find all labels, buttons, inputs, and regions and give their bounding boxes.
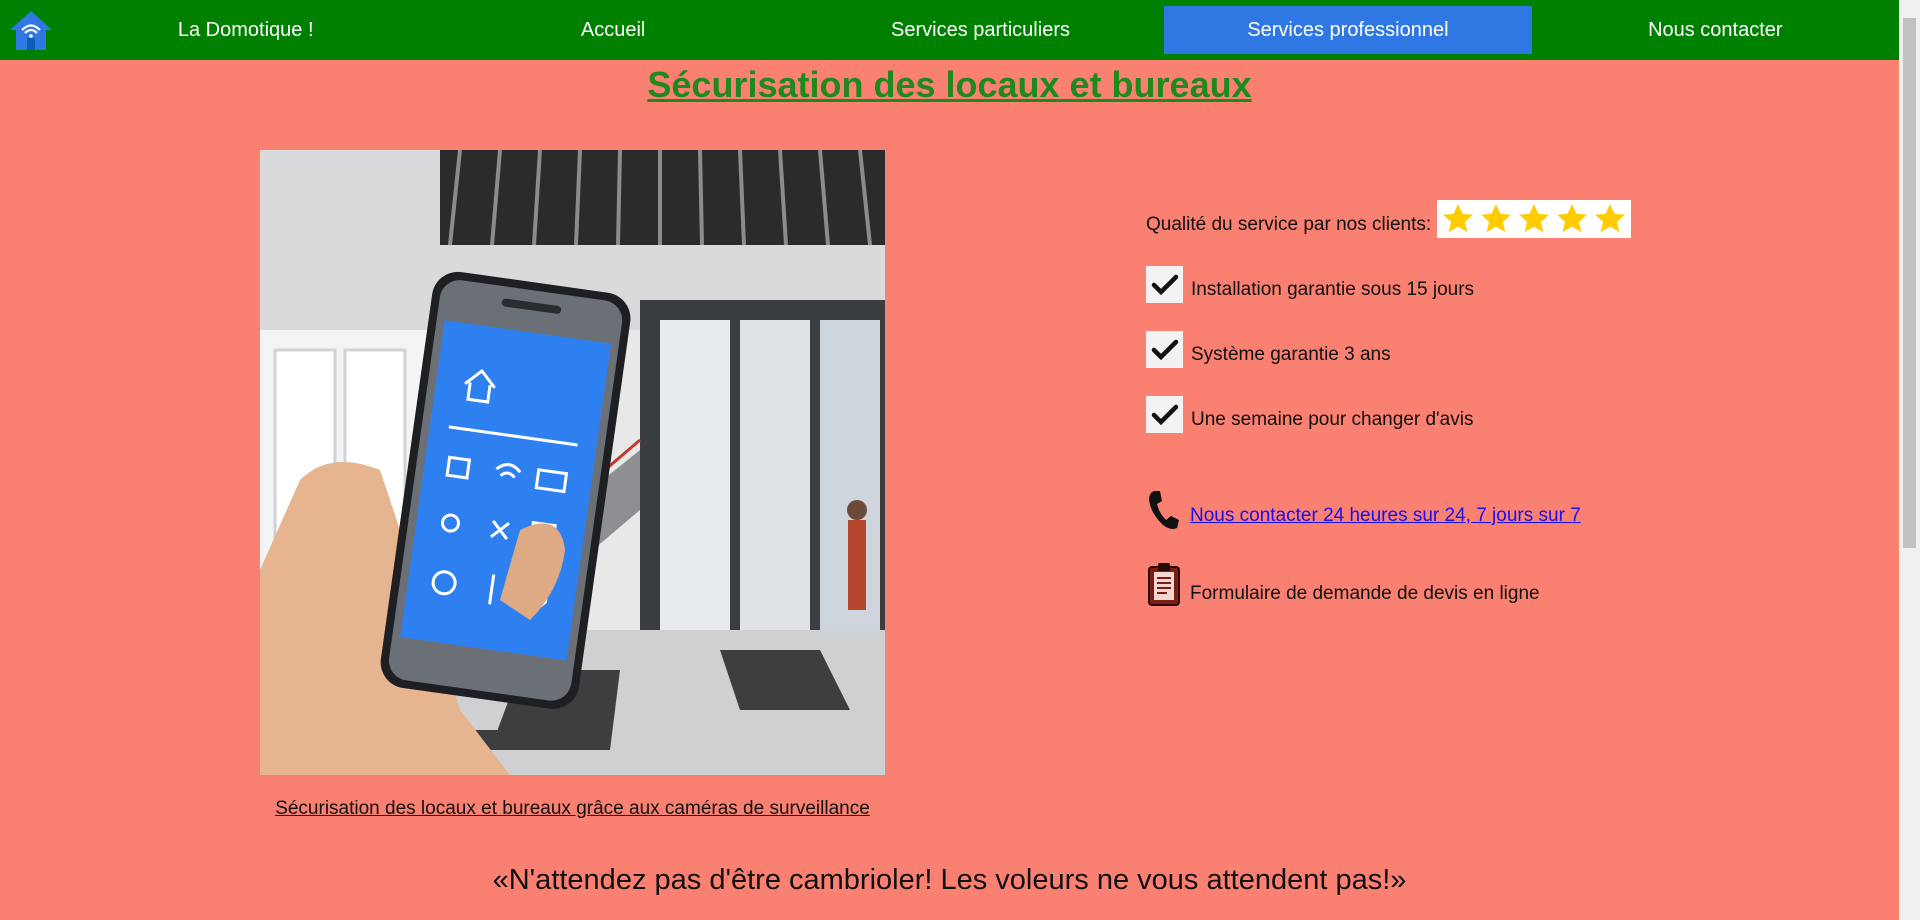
form-row: Formulaire de demande de devis en ligne bbox=[1146, 559, 1766, 607]
image-caption: Sécurisation des locaux et bureaux grâce… bbox=[275, 798, 870, 819]
vertical-scrollbar[interactable] bbox=[1899, 0, 1920, 920]
star-icon bbox=[1595, 204, 1626, 233]
feature-text: Installation garantie sous 15 jours bbox=[1191, 279, 1475, 300]
feature-text: Une semaine pour changer d'avis bbox=[1191, 409, 1474, 430]
nav-la-domotique[interactable]: La Domotique ! bbox=[62, 6, 429, 54]
top-navbar: La Domotique ! Accueil Services particul… bbox=[0, 0, 1899, 60]
feature-item: Une semaine pour changer d'avis bbox=[1146, 391, 1766, 433]
nav-services-particuliers[interactable]: Services particuliers bbox=[797, 6, 1164, 54]
clipboard-icon[interactable] bbox=[1146, 561, 1190, 607]
checkmark-icon bbox=[1146, 396, 1183, 433]
star-rating bbox=[1437, 200, 1632, 238]
rating-label: Qualité du service par nos clients: bbox=[1146, 214, 1432, 235]
phone-icon bbox=[1146, 489, 1190, 531]
star-icon bbox=[1443, 204, 1474, 233]
nav-nous-contacter[interactable]: Nous contacter bbox=[1532, 6, 1899, 54]
star-icon bbox=[1519, 204, 1550, 233]
features-panel: Qualité du service par nos clients: Inst… bbox=[1146, 196, 1766, 607]
page-title: Sécurisation des locaux et bureaux bbox=[647, 64, 1252, 105]
star-icon bbox=[1481, 204, 1512, 233]
feature-text: Système garantie 3 ans bbox=[1191, 344, 1391, 365]
contact-row: Nous contacter 24 heures sur 24, 7 jours… bbox=[1146, 483, 1766, 531]
hero-image-smartphone-office bbox=[260, 150, 885, 775]
rating-row: Qualité du service par nos clients: bbox=[1146, 196, 1766, 238]
home-logo-icon[interactable] bbox=[0, 0, 62, 60]
feature-item: Système garantie 3 ans bbox=[1146, 326, 1766, 368]
checkmark-icon bbox=[1146, 331, 1183, 368]
nav-services-professionnel[interactable]: Services professionnel bbox=[1164, 6, 1532, 54]
contact-link[interactable]: Nous contacter 24 heures sur 24, 7 jours… bbox=[1190, 505, 1581, 531]
scrollbar-thumb[interactable] bbox=[1903, 18, 1916, 548]
slogan: «N'attendez pas d'être cambrioler! Les v… bbox=[492, 864, 1407, 896]
star-icon bbox=[1557, 204, 1588, 233]
form-text[interactable]: Formulaire de demande de devis en ligne bbox=[1190, 583, 1540, 607]
feature-item: Installation garantie sous 15 jours bbox=[1146, 261, 1766, 303]
checkmark-icon bbox=[1146, 266, 1183, 303]
nav-accueil[interactable]: Accueil bbox=[429, 6, 796, 54]
